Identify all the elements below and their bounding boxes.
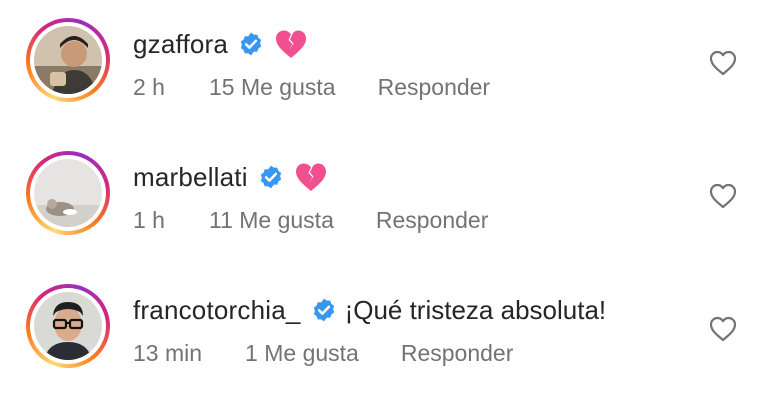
verified-badge-icon <box>238 31 264 57</box>
comment-timestamp: 2 h <box>133 74 165 100</box>
reply-button[interactable]: Responder <box>378 74 491 101</box>
comment-username[interactable]: marbellati <box>133 162 248 193</box>
avatar-story-ring[interactable] <box>26 284 110 368</box>
comment-timestamp: 13 min <box>133 340 203 366</box>
comment-item: marbellati 1 h 11 Me gusta Responder <box>0 135 767 255</box>
reply-button[interactable]: Responder <box>376 207 489 234</box>
comment-username[interactable]: gzaffora <box>133 29 228 60</box>
comment-like-count[interactable]: 11 Me gusta <box>209 207 334 234</box>
comment-text: ¡Qué tristeza absoluta! <box>344 294 607 325</box>
comment-like-count[interactable]: 1 Me gusta <box>245 340 359 367</box>
heart-outline-icon[interactable] <box>709 316 737 342</box>
avatar-story-ring[interactable] <box>26 18 110 102</box>
avatar-story-ring[interactable] <box>26 151 110 235</box>
comment-list: gzaffora 2 h 15 Me gusta Responder marbe… <box>0 0 767 401</box>
heart-outline-icon[interactable] <box>709 50 737 76</box>
avatar <box>34 26 102 94</box>
broken-heart-emoji <box>294 162 328 192</box>
comment-timestamp: 1 h <box>133 207 165 233</box>
broken-heart-emoji <box>274 29 308 59</box>
comment-item: gzaffora 2 h 15 Me gusta Responder <box>0 2 767 122</box>
reply-button[interactable]: Responder <box>401 340 514 367</box>
avatar <box>34 159 102 227</box>
comment-item: francotorchia_ ¡Qué tristeza absoluta! 1… <box>0 268 767 388</box>
comment-like-count[interactable]: 15 Me gusta <box>209 74 336 101</box>
comment-username[interactable]: francotorchia_ <box>133 295 301 326</box>
heart-outline-icon[interactable] <box>709 183 737 209</box>
verified-badge-icon <box>258 164 284 190</box>
verified-badge-icon <box>311 297 337 323</box>
avatar <box>34 292 102 360</box>
